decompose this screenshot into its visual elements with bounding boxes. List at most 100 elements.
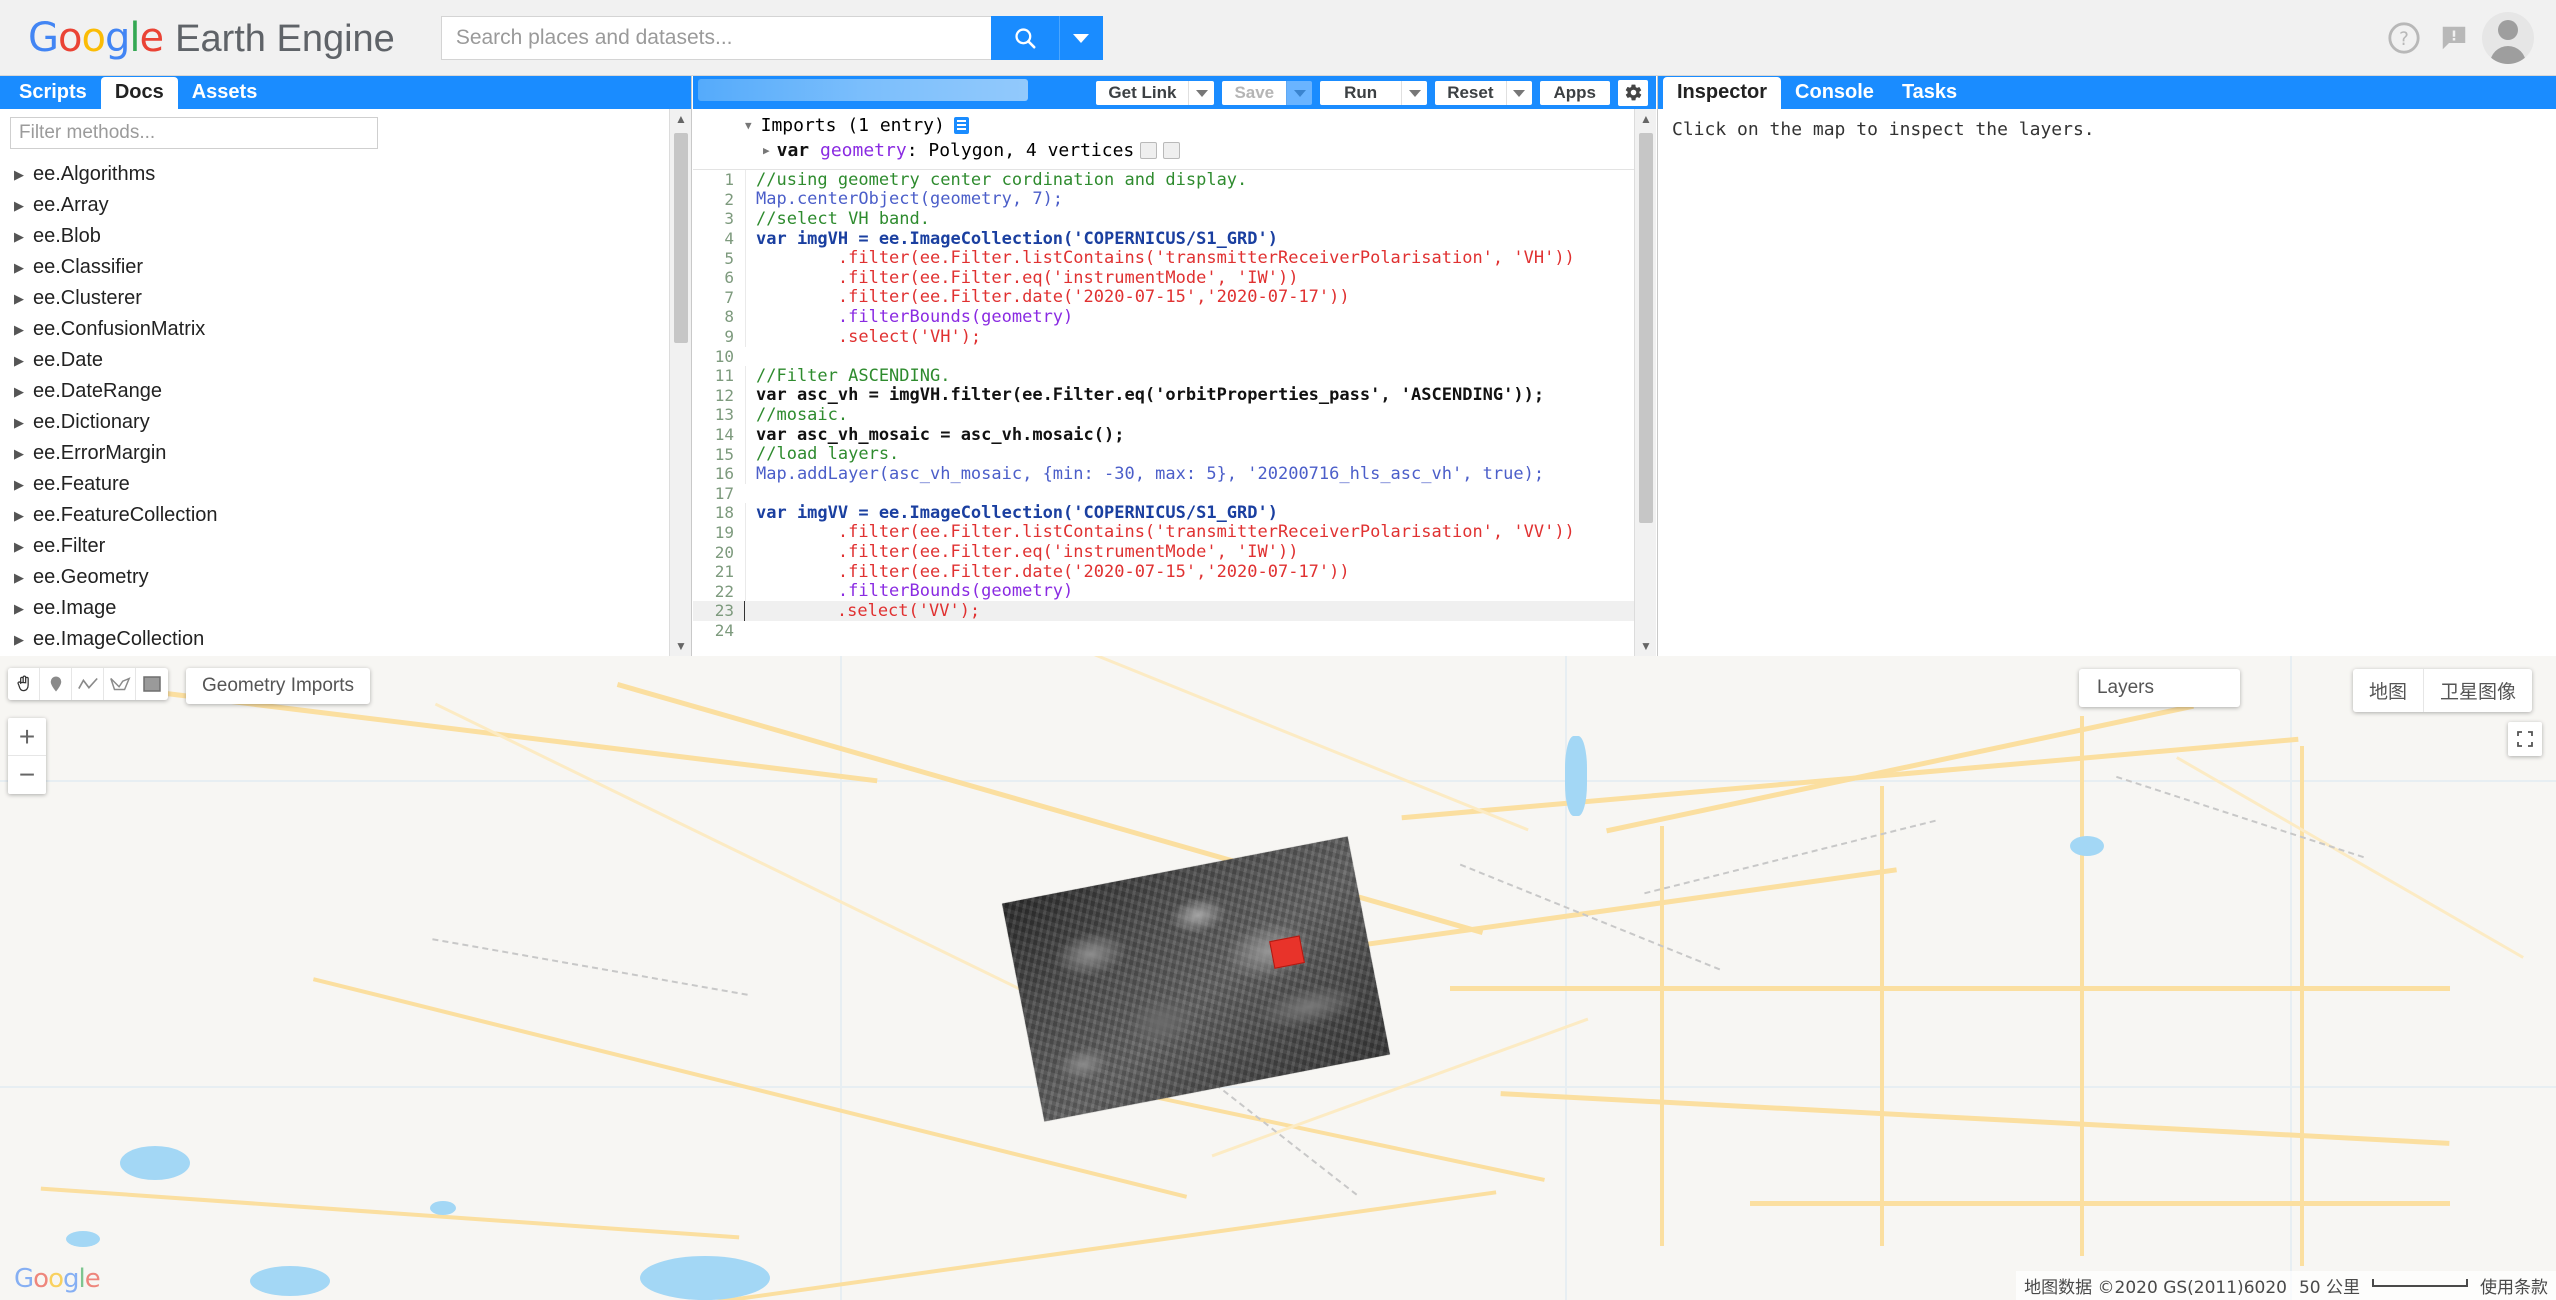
code-line[interactable]: 16 Map.addLayer(asc_vh_mosaic, {min: -30,… (693, 463, 1656, 484)
doc-item-ee-errormargin[interactable]: ▶ ee.ErrorMargin (14, 438, 691, 469)
scroll-down-icon[interactable]: ▼ (1635, 636, 1657, 656)
code-line[interactable]: 3 //select VH band. (693, 208, 1656, 229)
search-button[interactable] (990, 15, 1059, 60)
map-canvas[interactable]: 酒泉市 张掖市 金昌市 武威市 中卫市 吴忠市 乌海市 包头市 呼和浩特市 乌兰… (0, 656, 2556, 1300)
reset-dropdown[interactable] (1505, 80, 1532, 105)
doc-item-ee-blob[interactable]: ▶ ee.Blob (14, 221, 691, 252)
apps-button[interactable]: Apps (1539, 80, 1610, 105)
code-line[interactable]: 15 //load layers. (693, 444, 1656, 465)
filter-row (0, 109, 691, 153)
code-line[interactable]: 14 var asc_vh_mosaic = asc_vh.mosaic(); (693, 424, 1656, 445)
code-line[interactable]: 10 (693, 346, 1656, 366)
imports-header[interactable]: ▼ Imports (1 entry) (693, 113, 1656, 138)
tab-inspector[interactable]: Inspector (1663, 77, 1782, 109)
doc-item-ee-featurecollection[interactable]: ▶ ee.FeatureCollection (14, 500, 691, 531)
search-options-button[interactable] (1058, 15, 1103, 60)
help-button[interactable]: ? (2382, 16, 2426, 60)
tab-docs[interactable]: Docs (100, 77, 178, 109)
doc-item-ee-confusionmatrix[interactable]: ▶ ee.ConfusionMatrix (14, 314, 691, 345)
doc-item-ee-imagecollection[interactable]: ▶ ee.ImageCollection (14, 624, 691, 655)
doc-item-ee-dictionary[interactable]: ▶ ee.Dictionary (14, 407, 691, 438)
get-link-group: Get Link (1096, 80, 1215, 105)
doc-item-ee-date[interactable]: ▶ ee.Date (14, 345, 691, 376)
doc-item-label: ee.DateRange (33, 380, 162, 402)
doc-item-ee-array[interactable]: ▶ ee.Array (14, 190, 691, 221)
polygon-tool[interactable] (104, 668, 136, 700)
terms-link[interactable]: 使用条款 (2480, 1273, 2548, 1298)
geometry-settings-icon[interactable] (1140, 142, 1158, 159)
line-tool[interactable] (72, 668, 104, 700)
code-line[interactable]: 4 var imgVH = ee.ImageCollection('COPERNI… (693, 228, 1656, 249)
code-line[interactable]: 9 .select('VH'); (693, 326, 1656, 347)
scroll-thumb[interactable] (1639, 133, 1653, 523)
doc-item-label: ee.Feature (33, 473, 130, 495)
code-line[interactable]: 21 .filter(ee.Filter.date('2020-07-15','… (693, 561, 1656, 582)
pan-hand-tool[interactable] (8, 668, 40, 700)
get-link-button[interactable]: Get Link (1096, 80, 1189, 105)
geometry-locate-icon[interactable] (1163, 142, 1181, 159)
code-line-active[interactable]: 23 .select('VV'); (693, 600, 1656, 621)
geometry-polygon-overlay[interactable] (1269, 935, 1305, 969)
docs-scrollbar[interactable]: ▲ ▼ (669, 109, 691, 656)
marker-tool[interactable] (40, 668, 72, 700)
code-line[interactable]: 17 (693, 484, 1656, 504)
scroll-thumb[interactable] (674, 133, 688, 343)
code-line[interactable]: 6 .filter(ee.Filter.eq('instrumentMode',… (693, 267, 1656, 288)
scroll-up-icon[interactable]: ▲ (670, 109, 692, 129)
scroll-down-icon[interactable]: ▼ (670, 636, 692, 656)
save-button[interactable]: Save (1222, 80, 1287, 105)
doc-item-label: ee.Classifier (33, 256, 144, 278)
code-area[interactable]: 1 //using geometry center cordination and… (693, 170, 1656, 640)
code-line[interactable]: 22 .filterBounds(geometry) (693, 581, 1656, 602)
code-text: var imgVH = ee.ImageCollection('COPERNIC… (745, 228, 1278, 249)
tab-tasks[interactable]: Tasks (1888, 77, 1971, 109)
code-line[interactable]: 5 .filter(ee.Filter.listContains('transm… (693, 248, 1656, 269)
doc-item-ee-clusterer[interactable]: ▶ ee.Clusterer (14, 283, 691, 314)
save-dropdown[interactable] (1286, 80, 1313, 105)
get-link-dropdown[interactable] (1188, 80, 1215, 105)
code-line[interactable]: 24 (693, 621, 1656, 640)
code-line[interactable]: 19 .filter(ee.Filter.listContains('trans… (693, 522, 1656, 543)
tab-console[interactable]: Console (1781, 77, 1888, 109)
scroll-up-icon[interactable]: ▲ (1635, 109, 1657, 129)
run-dropdown[interactable] (1401, 80, 1428, 105)
code-line[interactable]: 12 var asc_vh = imgVH.filter(ee.Filter.eq… (693, 385, 1656, 406)
fullscreen-button[interactable] (2508, 722, 2542, 756)
zoom-in-button[interactable]: + (8, 718, 46, 756)
doc-item-ee-feature[interactable]: ▶ ee.Feature (14, 469, 691, 500)
filter-methods-input[interactable] (10, 117, 378, 149)
doc-item-ee-geometry[interactable]: ▶ ee.Geometry (14, 562, 691, 593)
code-line[interactable]: 20 .filter(ee.Filter.eq('instrumentMode'… (693, 542, 1656, 563)
code-line[interactable]: 13 //mosaic. (693, 404, 1656, 425)
reset-button[interactable]: Reset (1435, 80, 1506, 105)
zoom-out-button[interactable]: − (8, 756, 46, 794)
doc-item-ee-algorithms[interactable]: ▶ ee.Algorithms (14, 159, 691, 190)
script-path-field[interactable] (698, 79, 1028, 101)
layers-button[interactable]: Layers (2078, 669, 2240, 707)
code-line[interactable]: 7 .filter(ee.Filter.date('2020-07-15','2… (693, 287, 1656, 308)
avatar[interactable] (2482, 11, 2534, 64)
geometry-imports-label[interactable]: Geometry Imports (186, 668, 371, 704)
doc-item-ee-classifier[interactable]: ▶ ee.Classifier (14, 252, 691, 283)
map-type-satellite[interactable]: 卫星图像 (2424, 669, 2532, 712)
doc-item-ee-image[interactable]: ▶ ee.Image (14, 593, 691, 624)
doc-item-ee-filter[interactable]: ▶ ee.Filter (14, 531, 691, 562)
run-button[interactable]: Run (1320, 80, 1402, 105)
code-line[interactable]: 18 var imgVV = ee.ImageCollection('COPERN… (693, 502, 1656, 523)
import-entry-geometry[interactable]: ▶ var geometry : Polygon, 4 vertices (693, 138, 1656, 163)
code-line[interactable]: 11 //Filter ASCENDING. (693, 365, 1656, 386)
doc-item-ee-daterange[interactable]: ▶ ee.DateRange (14, 376, 691, 407)
tab-scripts[interactable]: Scripts (5, 77, 101, 109)
editor-scrollbar[interactable]: ▲ ▼ (1634, 109, 1656, 656)
doc-item-label: ee.Date (33, 349, 104, 371)
code-line[interactable]: 1 //using geometry center cordination and… (693, 170, 1656, 190)
rectangle-tool[interactable] (136, 668, 168, 700)
map-type-road[interactable]: 地图 (2353, 669, 2424, 712)
search-input[interactable] (440, 15, 991, 60)
tab-assets[interactable]: Assets (178, 77, 272, 109)
code-line[interactable]: 8 .filterBounds(geometry) (693, 306, 1656, 327)
editor-settings-button[interactable] (1618, 79, 1648, 106)
imports-panel-icon[interactable] (953, 117, 969, 134)
feedback-button[interactable] (2432, 16, 2476, 60)
code-line[interactable]: 2 Map.centerObject(geometry, 7); (693, 189, 1656, 210)
